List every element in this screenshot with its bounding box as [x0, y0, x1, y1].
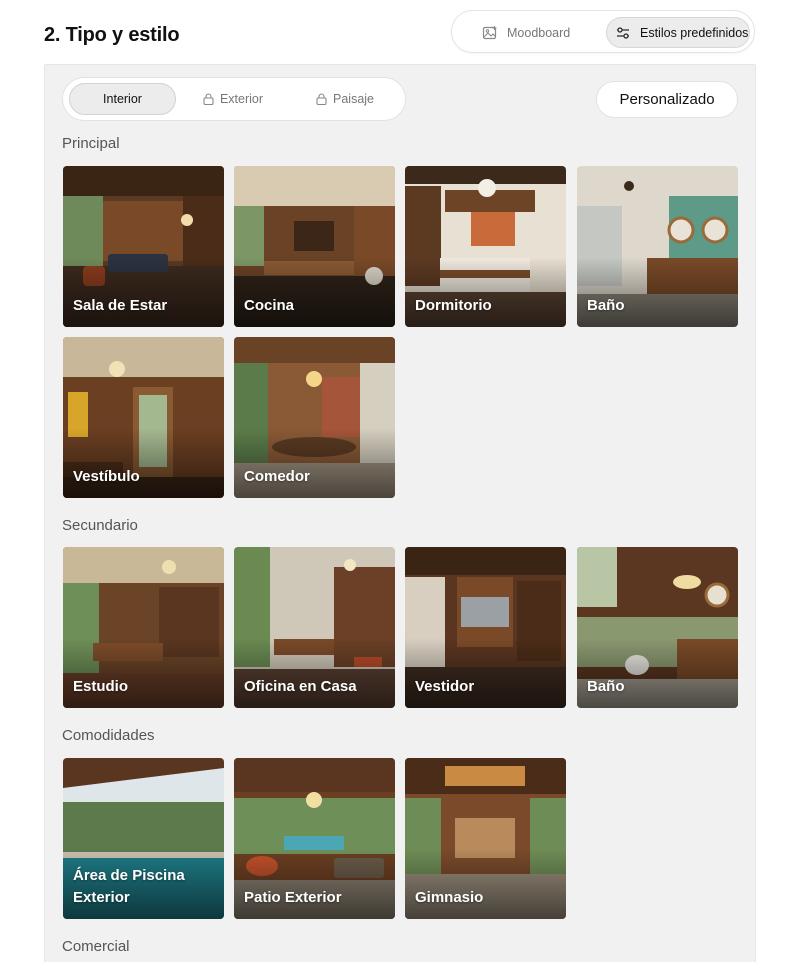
style-card-label: Gimnasio [415, 889, 484, 906]
mode-toggle: Moodboard Estilos predefinidos [451, 10, 755, 53]
style-card-gimnasio[interactable]: Gimnasio [405, 758, 566, 919]
section-title-comercial: Comercial [62, 938, 130, 955]
tab-interior-label: Interior [103, 92, 142, 106]
style-card-label: Baño [587, 678, 625, 695]
style-card-area-de-piscina-exterior[interactable]: Área de Piscina Exterior [63, 758, 224, 919]
style-card-label: Patio Exterior [244, 889, 342, 906]
style-card-label: Vestíbulo [73, 468, 140, 485]
style-card-oficina-en-casa[interactable]: Oficina en Casa [234, 547, 395, 708]
style-card-label: Sala de Estar [73, 297, 168, 314]
style-card-bano-secundario[interactable]: Baño [577, 547, 738, 708]
moodboard-label: Moodboard [507, 25, 571, 40]
style-card-sala-de-estar[interactable]: Sala de Estar [63, 166, 224, 327]
lock-icon [203, 93, 214, 105]
style-card-bano[interactable]: Baño [577, 166, 738, 327]
style-card-label: Cocina [244, 297, 295, 314]
style-panel: Interior Exterior Paisaje Personalizado … [44, 64, 756, 962]
estilos-predefinidos-label: Estilos predefinidos [640, 25, 749, 40]
sliders-icon [617, 26, 629, 39]
style-card-label: Baño [587, 297, 625, 314]
personalizado-button[interactable]: Personalizado [596, 81, 738, 118]
style-card-label: Comedor [244, 468, 310, 485]
style-card-vestibulo[interactable]: Vestíbulo [63, 337, 224, 498]
style-card-comedor[interactable]: Comedor [234, 337, 395, 498]
tab-interior[interactable]: Interior [69, 83, 176, 115]
style-card-label: Vestidor [415, 678, 475, 695]
style-card-label: Área de Piscina Exterior [73, 867, 185, 906]
tab-exterior[interactable]: Exterior [193, 83, 273, 115]
section-title-comodidades: Comodidades [62, 727, 155, 744]
style-card-patio-exterior[interactable]: Patio Exterior [234, 758, 395, 919]
page-title: 2. Tipo y estilo [44, 24, 180, 46]
style-card-label: Oficina en Casa [244, 678, 357, 695]
category-tabs: Interior Exterior Paisaje [62, 77, 406, 121]
tab-paisaje-label: Paisaje [333, 92, 374, 106]
style-card-vestidor[interactable]: Vestidor [405, 547, 566, 708]
style-card-estudio[interactable]: Estudio [63, 547, 224, 708]
style-card-cocina[interactable]: Cocina [234, 166, 395, 327]
section-title-secundario: Secundario [62, 517, 138, 534]
section-title-principal: Principal [62, 135, 120, 152]
image-plus-icon [482, 25, 497, 39]
style-card-label: Dormitorio [415, 297, 492, 314]
style-card-label: Estudio [73, 678, 128, 695]
tab-exterior-label: Exterior [219, 92, 264, 106]
style-card-dormitorio[interactable]: Dormitorio [405, 166, 566, 327]
estilos-predefinidos-option[interactable]: Estilos predefinidos [606, 17, 750, 48]
moodboard-option[interactable]: Moodboard [482, 17, 602, 48]
tab-paisaje[interactable]: Paisaje [309, 83, 381, 115]
lock-icon [316, 93, 327, 105]
